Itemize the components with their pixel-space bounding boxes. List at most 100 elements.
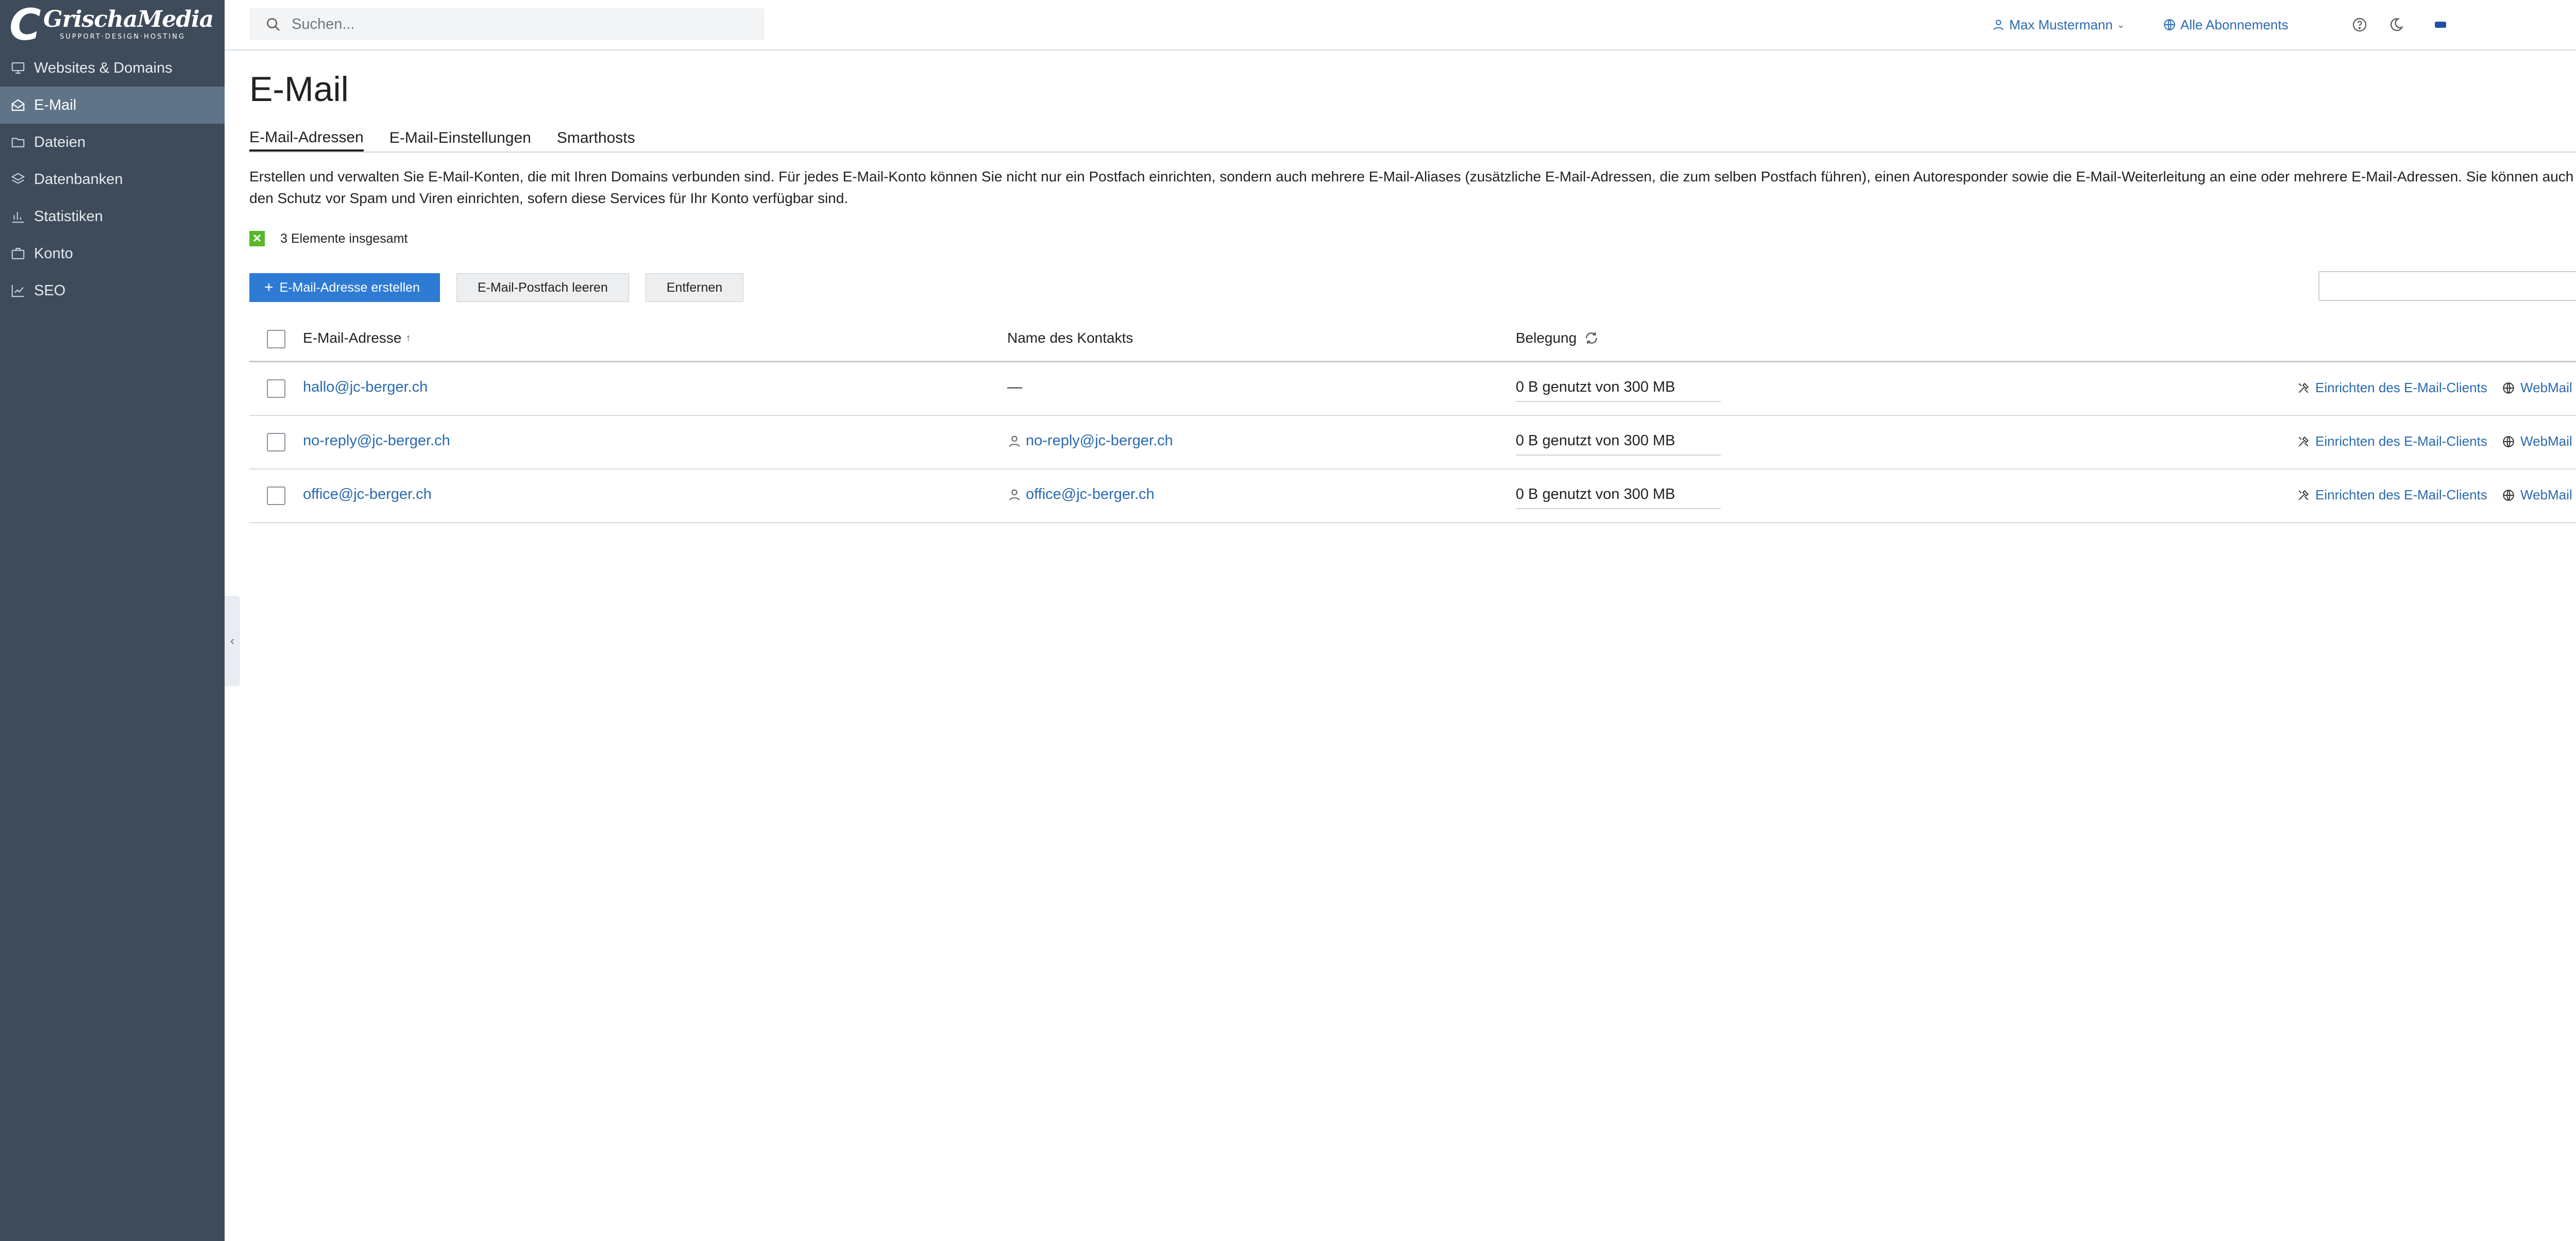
setup-email-client-link[interactable]: Einrichten des E-Mail-Clients (2297, 487, 2487, 503)
subscriptions-menu[interactable]: Alle Abonnements (2163, 0, 2289, 49)
setup-email-client-link[interactable]: Einrichten des E-Mail-Clients (2297, 380, 2487, 396)
empty-mailbox-button[interactable]: E-Mail-Postfach leeren (456, 273, 629, 302)
sidebar-item-label: Dateien (34, 133, 86, 150)
sort-ascending-icon: ↑ (405, 332, 411, 344)
brand-name: GrischaMedia (43, 6, 214, 32)
email-address-link[interactable]: office@jc-berger.ch (303, 486, 432, 503)
row-checkbox[interactable] (267, 379, 285, 398)
user-menu[interactable]: Max Mustermann ⌄ (1992, 0, 2125, 49)
sidebar-item-files[interactable]: Dateien (0, 124, 225, 161)
create-email-button[interactable]: + E-Mail-Adresse erstellen (249, 273, 440, 302)
sidebar-item-email[interactable]: E-Mail (0, 87, 225, 124)
trend-icon (11, 284, 24, 297)
sidebar: C GrischaMedia SUPPORT·DESIGN·HOSTING We… (0, 0, 225, 1241)
email-table: E-Mail-Adresse ↑ Name des Kontakts Beleg… (249, 315, 2576, 523)
item-count: ✕ 3 Elemente insgesamt (249, 231, 408, 246)
folder-icon (11, 138, 25, 147)
setup-email-client-label: Einrichten des E-Mail-Clients (2315, 380, 2487, 395)
tools-icon (2298, 436, 2309, 446)
create-email-label: E-Mail-Adresse erstellen (279, 280, 420, 295)
contact-link[interactable]: no-reply@jc-berger.ch (1007, 432, 1173, 449)
sidebar-collapse-button[interactable]: ‹ (225, 596, 240, 686)
select-all-checkbox[interactable] (267, 330, 285, 348)
webmail-link[interactable]: WebMail (2502, 380, 2572, 396)
user-icon (1009, 489, 1020, 500)
help-icon (2352, 18, 2367, 32)
refresh-icon[interactable] (1584, 330, 1599, 346)
envelope-icon (11, 99, 25, 111)
setup-email-client-link[interactable]: Einrichten des E-Mail-Clients (2297, 433, 2487, 449)
item-count-text: 3 Elemente insgesamt (280, 231, 408, 246)
sidebar-item-statistics[interactable]: Statistiken (0, 198, 225, 235)
table-header: E-Mail-Adresse ↑ Name des Kontakts Beleg… (249, 315, 2576, 362)
page-title: E-Mail (249, 70, 349, 109)
column-header-contact: Name des Kontakts (1007, 330, 1133, 346)
user-icon (1993, 20, 2004, 30)
mailbox-usage: 0 B genutzt von 300 MB (1516, 486, 1721, 509)
page-description: Erstellen und verwalten Sie E-Mail-Konte… (249, 169, 2574, 206)
global-search (249, 8, 765, 40)
brand-tagline: SUPPORT·DESIGN·HOSTING (60, 33, 185, 41)
search-icon (267, 18, 280, 31)
table-row: hallo@jc-berger.ch — 0 B genutzt von 300… (249, 362, 2576, 416)
globe-icon (2503, 489, 2514, 501)
sidebar-item-websites-domains[interactable]: Websites & Domains (0, 49, 225, 87)
contact-name: office@jc-berger.ch (1026, 486, 1155, 502)
column-header-label: Belegung (1516, 330, 1577, 346)
brand-logo-mark: C (9, 0, 41, 50)
sidebar-nav: Websites & Domains E-Mail Dateien Datenb… (0, 49, 225, 309)
bar-chart-icon (12, 212, 24, 223)
sidebar-item-label: SEO (34, 282, 66, 299)
layers-icon (11, 173, 25, 184)
list-search-input[interactable] (2318, 271, 2576, 301)
chevron-left-icon: ‹ (230, 634, 234, 648)
globe-icon (2503, 382, 2514, 394)
list-toolbar: + E-Mail-Adresse erstellen E-Mail-Postfa… (249, 273, 760, 302)
language-selector[interactable] (2435, 0, 2446, 49)
sidebar-item-label: E-Mail (34, 96, 77, 113)
tools-icon (2298, 382, 2309, 393)
table-row: office@jc-berger.ch office@jc-berger.ch … (249, 469, 2576, 523)
sidebar-item-databases[interactable]: Datenbanken (0, 161, 225, 198)
webmail-label: WebMail (2520, 487, 2572, 502)
webmail-link[interactable]: WebMail (2502, 433, 2572, 449)
tab-bar: E-Mail-Adressen E-Mail-Einstellungen Sma… (249, 126, 2576, 153)
webmail-label: WebMail (2520, 380, 2572, 395)
tab-smarthosts[interactable]: Smarthosts (557, 126, 635, 150)
contact-link[interactable]: office@jc-berger.ch (1007, 486, 1155, 503)
mailbox-usage: 0 B genutzt von 300 MB (1516, 379, 1721, 402)
flag-icon (2435, 22, 2446, 28)
email-address-link[interactable]: hallo@jc-berger.ch (303, 379, 428, 396)
row-checkbox[interactable] (267, 433, 285, 451)
briefcase-icon (11, 248, 25, 259)
search-input[interactable] (291, 15, 756, 33)
sidebar-item-account[interactable]: Konto (0, 235, 225, 272)
sidebar-item-label: Konto (34, 245, 73, 262)
chevron-down-icon: ⌄ (2116, 19, 2125, 30)
mailbox-usage: 0 B genutzt von 300 MB (1516, 432, 1721, 456)
contact-name: no-reply@jc-berger.ch (1026, 432, 1173, 449)
tab-email-addresses[interactable]: E-Mail-Adressen (249, 126, 364, 152)
email-address-link[interactable]: no-reply@jc-berger.ch (303, 432, 450, 449)
webmail-link[interactable]: WebMail (2502, 487, 2572, 503)
excel-icon: ✕ (249, 231, 265, 246)
brand-logo[interactable]: C GrischaMedia SUPPORT·DESIGN·HOSTING (9, 0, 215, 50)
theme-toggle[interactable] (2388, 0, 2404, 49)
sidebar-item-label: Statistiken (34, 208, 103, 225)
search-icon (2574, 277, 2576, 295)
sidebar-item-label: Datenbanken (34, 171, 123, 188)
sidebar-item-seo[interactable]: SEO (0, 272, 225, 309)
globe-icon (2164, 19, 2175, 30)
top-bar: Max Mustermann ⌄ Alle Abonnements (225, 0, 2576, 51)
tab-email-settings[interactable]: E-Mail-Einstellungen (389, 126, 531, 150)
row-checkbox[interactable] (267, 487, 285, 505)
setup-email-client-label: Einrichten des E-Mail-Clients (2315, 433, 2487, 449)
globe-icon (2503, 435, 2514, 447)
moon-icon (2390, 18, 2403, 31)
column-header-label: E-Mail-Adresse (303, 330, 402, 346)
remove-button[interactable]: Entfernen (645, 273, 744, 302)
table-row: no-reply@jc-berger.ch no-reply@jc-berger… (249, 416, 2576, 469)
column-header-address[interactable]: E-Mail-Adresse ↑ (303, 330, 411, 346)
contact-name: — (1007, 379, 1022, 395)
help-button[interactable] (2351, 0, 2368, 49)
